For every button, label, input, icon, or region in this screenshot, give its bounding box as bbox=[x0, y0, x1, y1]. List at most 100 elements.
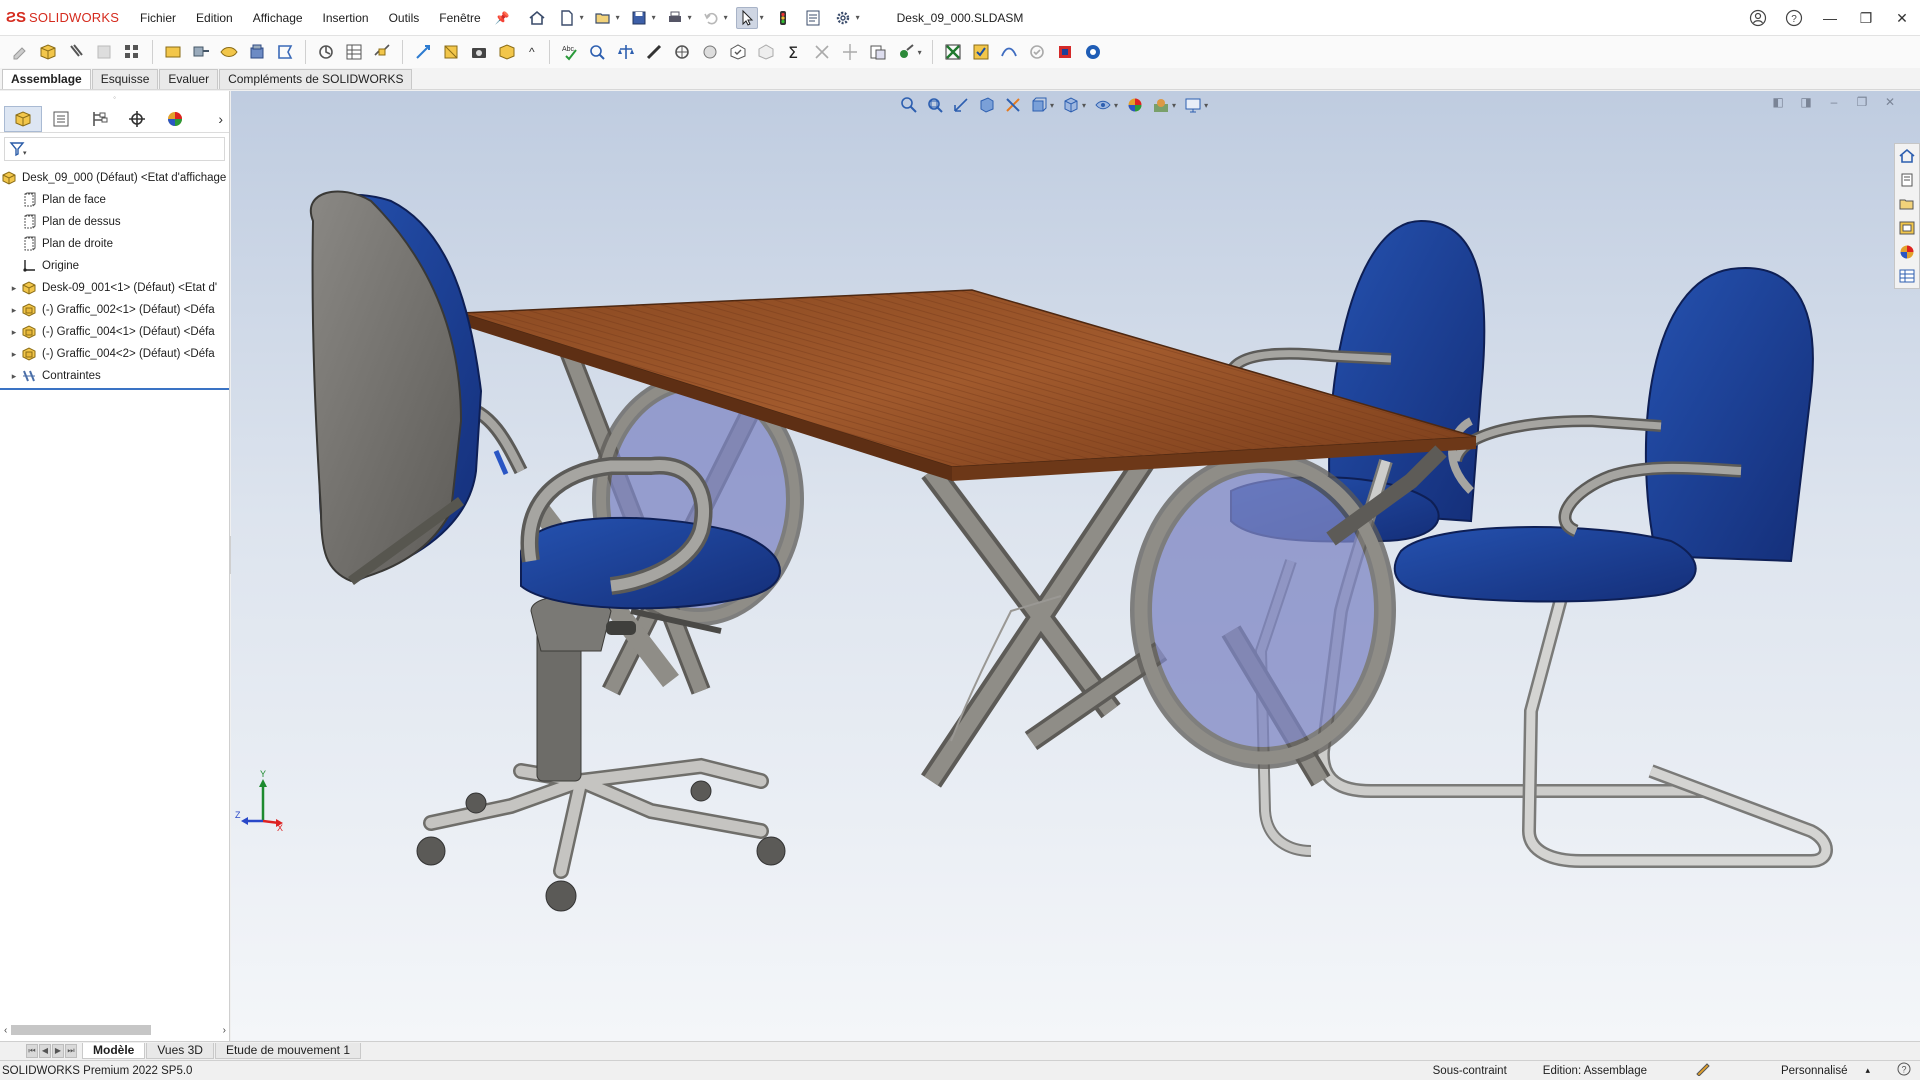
tree-item[interactable]: ▸ (-) Graffic_002<1> (Défaut) <Défa bbox=[0, 299, 229, 321]
minimize-icon[interactable]: — bbox=[1812, 0, 1848, 36]
tree-item[interactable]: Plan de droite bbox=[0, 233, 229, 255]
collapse-ribbon-icon[interactable]: ^ bbox=[529, 45, 535, 59]
tree-item[interactable]: ▸ Contraintes bbox=[0, 365, 229, 387]
undo-icon[interactable] bbox=[700, 7, 722, 29]
alignment-icon[interactable] bbox=[838, 40, 862, 64]
new-motion-study-icon[interactable] bbox=[314, 40, 338, 64]
print-icon[interactable] bbox=[664, 7, 686, 29]
office-chair[interactable] bbox=[309, 190, 786, 912]
options-gear-icon[interactable] bbox=[832, 7, 854, 29]
file-properties-icon[interactable] bbox=[802, 7, 824, 29]
menu-item-0[interactable]: Fichier bbox=[130, 0, 186, 36]
view-settings-icon[interactable] bbox=[1182, 94, 1204, 116]
help-icon[interactable]: ? bbox=[1776, 0, 1812, 36]
expand-arrow-icon[interactable]: ▸ bbox=[8, 327, 20, 338]
tile-left-icon[interactable]: ◧ bbox=[1764, 95, 1792, 113]
menu-item-5[interactable]: Fenêtre bbox=[429, 0, 490, 36]
tree-item[interactable]: ▸ (-) Graffic_004<1> (Défaut) <Défa bbox=[0, 321, 229, 343]
section-properties-icon[interactable] bbox=[698, 40, 722, 64]
graphics-area[interactable]: Y Z X ▾ ▾ ▾ ▾ ▾ ◧ ◨ – ❐ ✕ bbox=[231, 91, 1920, 1041]
zoom-to-fit-icon[interactable] bbox=[898, 94, 920, 116]
solidworks-resources-icon[interactable] bbox=[1895, 144, 1919, 168]
restore-icon[interactable]: ❐ bbox=[1848, 0, 1884, 36]
display-manager-tab-icon[interactable] bbox=[156, 106, 194, 132]
scroll-right-icon[interactable]: › bbox=[223, 1025, 226, 1036]
menu-item-3[interactable]: Insertion bbox=[313, 0, 379, 36]
linear-pattern-icon[interactable] bbox=[120, 40, 144, 64]
simulation-icon[interactable] bbox=[1081, 40, 1105, 64]
scroll-thumb[interactable] bbox=[11, 1025, 152, 1035]
pin-icon[interactable]: 📌 bbox=[495, 11, 510, 25]
last-tab-arrow-icon[interactable]: ⏭ bbox=[65, 1043, 77, 1058]
scroll-left-icon[interactable]: ‹ bbox=[4, 1025, 7, 1036]
close-icon[interactable]: ✕ bbox=[1884, 0, 1920, 36]
expand-arrow-icon[interactable]: ▸ bbox=[8, 349, 20, 360]
filter-icon[interactable]: ▾ bbox=[9, 141, 27, 157]
save-icon[interactable] bbox=[628, 7, 650, 29]
bottom-tab-0[interactable]: Modèle bbox=[82, 1042, 146, 1059]
section-view-icon[interactable] bbox=[976, 94, 998, 116]
expand-arrow-icon[interactable]: ▸ bbox=[8, 305, 20, 316]
edit-appearance-icon[interactable] bbox=[1124, 94, 1146, 116]
custom-properties-icon[interactable] bbox=[1895, 264, 1919, 288]
clearance-verification-icon[interactable] bbox=[614, 40, 638, 64]
more-tabs-arrow-icon[interactable]: › bbox=[218, 111, 223, 127]
take-snapshot-icon[interactable] bbox=[467, 40, 491, 64]
prev-tab-arrow-icon[interactable]: ◀ bbox=[39, 1043, 51, 1058]
appearances-scenes-icon[interactable] bbox=[1895, 240, 1919, 264]
unit-system-caret-icon[interactable]: ▴ bbox=[1851, 1065, 1888, 1076]
bottom-tab-1[interactable]: Vues 3D bbox=[146, 1042, 214, 1059]
help-status-icon[interactable]: ? bbox=[1888, 1062, 1920, 1079]
file-explorer-icon[interactable] bbox=[1895, 192, 1919, 216]
tree-horizontal-scrollbar[interactable]: ‹ › bbox=[4, 1023, 226, 1037]
configuration-manager-tab-icon[interactable] bbox=[80, 106, 118, 132]
tree-root-assembly[interactable]: Desk_09_000 (Défaut) <Etat d'affichage bbox=[0, 167, 229, 189]
open-folder-icon[interactable] bbox=[592, 7, 614, 29]
hide-show-items-icon[interactable] bbox=[1092, 94, 1114, 116]
design-library-icon[interactable] bbox=[1895, 168, 1919, 192]
panel-grip-icon[interactable]: ◦ bbox=[0, 91, 229, 105]
smart-fasteners-icon[interactable] bbox=[161, 40, 185, 64]
tree-item[interactable]: ▸ Desk-09_001<1> (Défaut) <Etat d' bbox=[0, 277, 229, 299]
exploded-view-icon[interactable] bbox=[370, 40, 394, 64]
check-icon[interactable] bbox=[969, 40, 993, 64]
hole-table-icon[interactable] bbox=[1053, 40, 1077, 64]
feature-manager-tab-icon[interactable] bbox=[4, 105, 42, 132]
doc-minimize-icon[interactable]: – bbox=[1820, 95, 1848, 113]
compare-documents-icon[interactable] bbox=[941, 40, 965, 64]
measure-icon[interactable] bbox=[642, 40, 666, 64]
assembly-visualization-icon[interactable] bbox=[866, 40, 890, 64]
new-document-icon[interactable] bbox=[556, 7, 578, 29]
mate-icon[interactable] bbox=[64, 40, 88, 64]
view-palette-icon[interactable] bbox=[1895, 216, 1919, 240]
home-icon[interactable] bbox=[526, 7, 548, 29]
unit-system-selector[interactable]: Personnalisé bbox=[1741, 1065, 1851, 1077]
design-check-icon[interactable] bbox=[1025, 40, 1049, 64]
tree-item[interactable]: ▸ (-) Graffic_004<2> (Défaut) <Défa bbox=[0, 343, 229, 365]
apply-scene-icon[interactable] bbox=[1150, 94, 1172, 116]
property-manager-tab-icon[interactable] bbox=[42, 106, 80, 132]
first-tab-arrow-icon[interactable]: ⏮ bbox=[26, 1043, 38, 1058]
show-hidden-icon[interactable] bbox=[217, 40, 241, 64]
performance-evaluation-icon[interactable] bbox=[894, 40, 918, 64]
rebuild-status-icon[interactable] bbox=[1665, 1062, 1741, 1079]
doc-restore-icon[interactable]: ❐ bbox=[1848, 95, 1876, 113]
dimxpert-manager-tab-icon[interactable] bbox=[118, 106, 156, 132]
hole-alignment-icon[interactable] bbox=[810, 40, 834, 64]
edit-component-icon[interactable] bbox=[8, 40, 32, 64]
instant3d-icon[interactable] bbox=[411, 40, 435, 64]
large-assembly-icon[interactable] bbox=[495, 40, 519, 64]
view-orientation-icon[interactable] bbox=[1028, 94, 1050, 116]
interference-detection-icon[interactable] bbox=[586, 40, 610, 64]
bill-of-materials-icon[interactable] bbox=[342, 40, 366, 64]
menu-item-2[interactable]: Affichage bbox=[243, 0, 313, 36]
dynamic-annotation-icon[interactable] bbox=[1002, 94, 1024, 116]
tree-filter[interactable]: ▾ bbox=[4, 137, 225, 161]
expand-arrow-icon[interactable]: ▸ bbox=[8, 283, 20, 294]
assembly-features-icon[interactable] bbox=[245, 40, 269, 64]
solidworks-logo[interactable]: ƧS SOLIDWORKS bbox=[0, 9, 130, 26]
update-speedpak-icon[interactable] bbox=[439, 40, 463, 64]
menu-item-4[interactable]: Outils bbox=[379, 0, 430, 36]
zoom-to-area-icon[interactable] bbox=[924, 94, 946, 116]
spell-check-icon[interactable]: Abc bbox=[558, 40, 582, 64]
